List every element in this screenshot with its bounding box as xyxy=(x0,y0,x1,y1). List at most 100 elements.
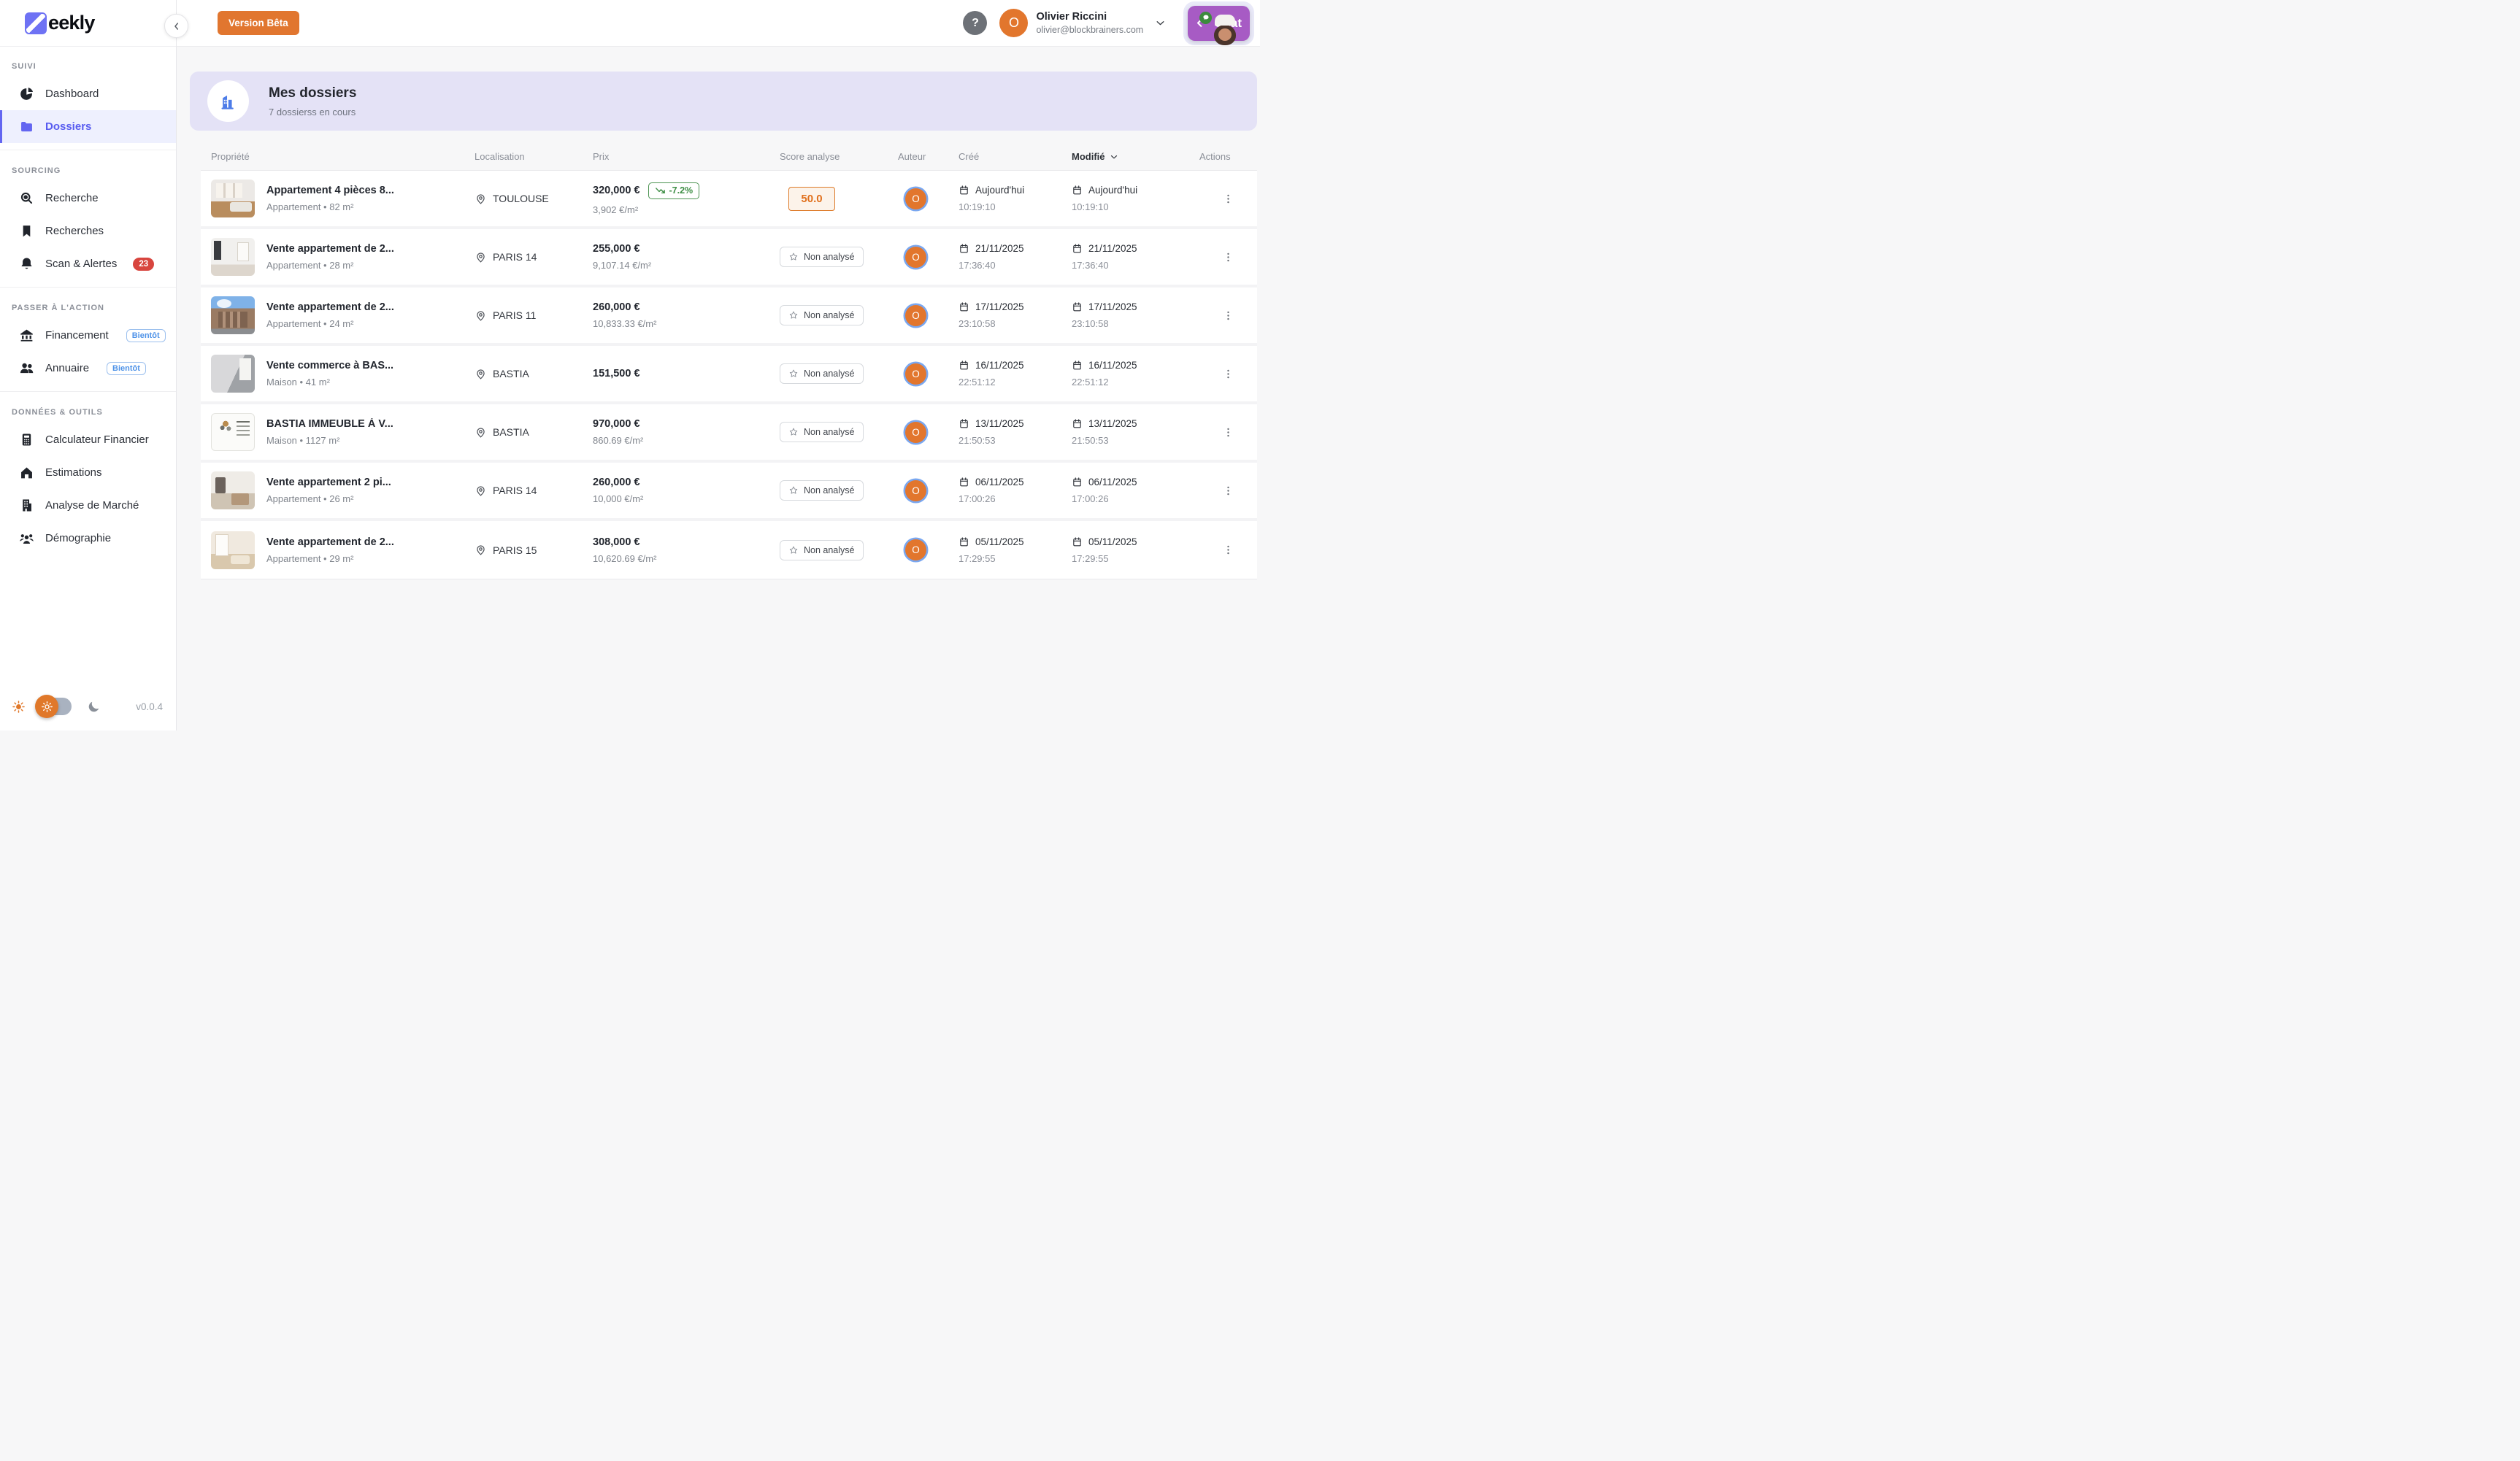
author-avatar: O xyxy=(905,188,926,209)
calendar-icon xyxy=(959,185,969,196)
author-avatar: O xyxy=(905,539,926,560)
location-cell: TOULOUSE xyxy=(475,193,593,205)
modified-time: 21:50:53 xyxy=(1072,435,1199,446)
modified-time: 17:36:40 xyxy=(1072,260,1199,271)
section-label-sourcing: SOURCING xyxy=(0,157,176,182)
calendar-icon xyxy=(959,536,969,547)
sidebar-item-analyse-marche[interactable]: Analyse de Marché xyxy=(0,489,176,522)
calendar-icon xyxy=(1072,477,1083,487)
sidebar-item-label: Dossiers xyxy=(45,120,91,133)
row-actions-button[interactable] xyxy=(1218,480,1239,501)
user-email: olivier@blockbrainers.com xyxy=(1036,25,1143,35)
help-button[interactable]: ? xyxy=(963,11,987,35)
sidebar-item-estimations[interactable]: Estimations xyxy=(0,456,176,489)
created-cell: 17/11/2025 23:10:58 xyxy=(959,301,1072,329)
column-header-score[interactable]: Score analyse xyxy=(780,151,898,162)
created-time: 10:19:10 xyxy=(959,201,1072,212)
property-thumbnail xyxy=(211,531,255,569)
user-name: Olivier Riccini xyxy=(1036,11,1143,23)
row-actions-button[interactable] xyxy=(1218,539,1239,560)
table-row[interactable]: Vente commerce à BAS... Maison • 41 m² B… xyxy=(201,346,1257,404)
price-value: 151,500 € xyxy=(593,368,640,379)
author-cell: O xyxy=(898,480,959,501)
topbar-right: ? O Olivier Riccini olivier@blockbrainer… xyxy=(963,1,1254,45)
author-cell: O xyxy=(898,305,959,326)
section-label-suivi: SUIVI xyxy=(0,53,176,77)
theme-toggle[interactable] xyxy=(38,698,72,715)
sidebar-item-calculateur[interactable]: Calculateur Financier xyxy=(0,423,176,456)
created-date: 05/11/2025 xyxy=(975,536,1024,547)
sidebar-item-dashboard[interactable]: Dashboard xyxy=(0,77,176,110)
author-avatar: O xyxy=(905,305,926,326)
sidebar-item-recherche[interactable]: Recherche xyxy=(0,182,176,215)
column-header-actions: Actions xyxy=(1199,151,1257,162)
sidebar-item-label: Recherche xyxy=(45,192,99,204)
column-header-auteur[interactable]: Auteur xyxy=(898,151,959,162)
sidebar-footer: v0.0.4 xyxy=(0,682,176,730)
column-header-modifie[interactable]: Modifié xyxy=(1072,151,1199,162)
sidebar-item-scan-alertes[interactable]: Scan & Alertes 23 xyxy=(0,247,176,280)
sidebar-item-annuaire[interactable]: Annuaire Bientôt xyxy=(0,352,176,385)
property-cell: Appartement 4 pièces 8... Appartement • … xyxy=(211,180,475,217)
author-avatar: O xyxy=(905,422,926,443)
property-meta: Maison • 41 m² xyxy=(266,377,393,388)
bookmark-icon xyxy=(19,223,34,239)
price-cell: 255,000 € 9,107.14 €/m² xyxy=(593,243,780,271)
calendar-icon xyxy=(959,477,969,487)
sidebar-item-demographie[interactable]: Démographie xyxy=(0,522,176,555)
table-row[interactable]: Vente appartement de 2... Appartement • … xyxy=(201,288,1257,346)
column-header-cree[interactable]: Créé xyxy=(959,151,1072,162)
author-cell: O xyxy=(898,363,959,385)
table-row[interactable]: Appartement 4 pièces 8... Appartement • … xyxy=(201,171,1257,229)
created-date: 16/11/2025 xyxy=(975,360,1024,371)
row-actions-button[interactable] xyxy=(1218,188,1239,209)
table-row[interactable]: BASTIA IMMEUBLE À V... Maison • 1127 m² … xyxy=(201,404,1257,463)
bientot-badge: Bientôt xyxy=(126,329,166,342)
row-actions-button[interactable] xyxy=(1218,247,1239,268)
sidebar: eekly SUIVI Dashboard Dossiers SOURCING … xyxy=(0,0,177,730)
price-value: 970,000 € xyxy=(593,418,640,430)
column-header-localisation[interactable]: Localisation xyxy=(475,151,593,162)
created-time: 17:36:40 xyxy=(959,260,1072,271)
star-icon xyxy=(788,427,799,437)
column-header-prix[interactable]: Prix xyxy=(593,151,780,162)
property-thumbnail xyxy=(211,238,255,276)
price-cell: 970,000 € 860.69 €/m² xyxy=(593,418,780,446)
property-cell: Vente appartement 2 pi... Appartement • … xyxy=(211,471,475,509)
row-actions-button[interactable] xyxy=(1218,305,1239,326)
price-value: 308,000 € xyxy=(593,536,640,548)
created-date: 13/11/2025 xyxy=(975,418,1024,429)
property-title: Vente appartement 2 pi... xyxy=(266,477,391,488)
bank-icon xyxy=(19,328,34,343)
property-title: Vente commerce à BAS... xyxy=(266,360,393,371)
table-row[interactable]: Vente appartement de 2... Appartement • … xyxy=(201,521,1257,579)
divider xyxy=(0,391,176,392)
user-menu[interactable]: O Olivier Riccini olivier@blockbrainers.… xyxy=(999,9,1167,37)
created-time: 21:50:53 xyxy=(959,435,1072,446)
table-row[interactable]: Vente appartement 2 pi... Appartement • … xyxy=(201,463,1257,521)
modified-date: 21/11/2025 xyxy=(1088,243,1137,254)
sidebar-item-financement[interactable]: Financement Bientôt xyxy=(0,319,176,352)
column-header-propriete[interactable]: Propriété xyxy=(211,151,475,162)
section-label-donnees: DONNÉES & OUTILS xyxy=(0,398,176,423)
chat-button[interactable]: Chat xyxy=(1188,6,1250,41)
app-logo[interactable]: eekly xyxy=(0,0,176,47)
sidebar-item-label: Calculateur Financier xyxy=(45,433,149,446)
row-actions-button[interactable] xyxy=(1218,422,1239,443)
sidebar-item-recherches[interactable]: Recherches xyxy=(0,215,176,247)
property-thumbnail xyxy=(211,355,255,393)
not-analyzed-badge: Non analysé xyxy=(780,480,864,501)
calendar-icon xyxy=(959,360,969,371)
table-row[interactable]: Vente appartement de 2... Appartement • … xyxy=(201,229,1257,288)
map-pin-icon xyxy=(475,368,487,380)
version-beta-button[interactable]: Version Bêta xyxy=(218,11,299,35)
author-cell: O xyxy=(898,422,959,443)
row-actions-button[interactable] xyxy=(1218,363,1239,385)
price-per-m2: 10,000 €/m² xyxy=(593,493,780,504)
sidebar-collapse-button[interactable] xyxy=(164,14,188,38)
sidebar-item-dossiers[interactable]: Dossiers xyxy=(0,110,176,143)
location-cell: BASTIA xyxy=(475,426,593,439)
actions-cell xyxy=(1199,480,1257,501)
actions-cell xyxy=(1199,188,1257,209)
created-time: 17:00:26 xyxy=(959,493,1072,504)
